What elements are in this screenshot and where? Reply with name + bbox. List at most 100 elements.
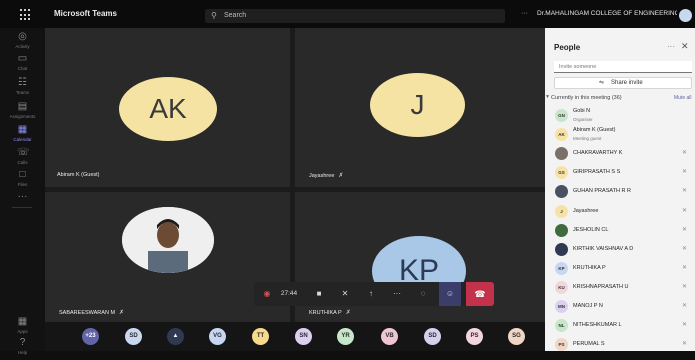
participant-tile[interactable]: J Jayashree ✗ xyxy=(295,28,545,187)
assignments-icon: ▤ xyxy=(17,101,28,112)
participant-avatar: AK xyxy=(555,128,568,142)
participant-row[interactable]: PS PERUMAL S ✕ xyxy=(545,335,695,354)
participant-name: Jayashree ✗ xyxy=(309,173,344,179)
invite-input[interactable]: Invite someone xyxy=(554,61,692,73)
invite-placeholder: Invite someone xyxy=(559,64,597,70)
participant-chip[interactable]: ▲ xyxy=(167,328,184,345)
hang-up-button[interactable]: ☎ xyxy=(466,282,494,306)
mic-off-icon: ✕ xyxy=(682,341,688,348)
in-meeting-section[interactable]: ▼ Currently in this meeting (36) Mute al… xyxy=(545,94,695,104)
participant-name: MANOJ P N xyxy=(573,303,603,309)
participants-button[interactable]: ☺ xyxy=(439,282,461,306)
chat-icon: ▭ xyxy=(17,53,28,64)
participant-chip[interactable]: VB xyxy=(381,328,398,345)
participant-name: KIRTHIK VAISHNAV A D xyxy=(573,245,634,252)
rail-item-label: Calls xyxy=(17,160,28,165)
search-input[interactable]: ⚲ Search xyxy=(205,9,505,23)
app-launcher-icon[interactable] xyxy=(20,9,32,21)
mic-off-icon: ✕ xyxy=(682,322,688,329)
participant-chip[interactable]: TT xyxy=(252,328,269,345)
share-invite-label: Share invite xyxy=(611,80,643,86)
call-controls: ◉ 27:44 ■ ✕ ↑ ··· ◌ ☺ ☎ xyxy=(254,282,494,306)
participant-avatar: PS xyxy=(555,338,568,352)
rail-item[interactable]: ☏ Calls xyxy=(0,146,45,170)
participant-chip[interactable]: SD xyxy=(424,328,441,345)
mic-off-icon: ✕ xyxy=(682,303,688,309)
mute-all-button[interactable]: Mute all xyxy=(674,95,692,101)
participant-row[interactable]: GN Gobi N Organiser xyxy=(545,106,695,125)
search-icon: ⚲ xyxy=(211,11,217,20)
participant-row[interactable]: JESHOLIN CL ✕ xyxy=(545,221,695,240)
teams-window: Microsoft Teams ⚲ Search ··· Dr.MAHALING… xyxy=(0,0,695,355)
chevron-down-icon: ▼ xyxy=(545,94,550,100)
mic-off-icon: ✕ xyxy=(682,245,688,252)
participant-avatar: J xyxy=(555,204,568,218)
participant-row[interactable]: KIRTHIK VAISHNAV A D ✕ xyxy=(545,240,695,259)
participant-name: KRUTHIKA P ✗ xyxy=(309,310,351,316)
more-actions-button[interactable]: ··· xyxy=(387,282,407,306)
participant-row[interactable]: GS GIRIPRASATH S S ✕ xyxy=(545,163,695,182)
rail-item[interactable]: ◎ Activity xyxy=(0,30,45,54)
rail-item[interactable]: □ Files xyxy=(0,168,45,192)
rail-item[interactable]: ☷ Teams xyxy=(0,76,45,100)
people-panel: People ··· ✕ Invite someone ⇋ Share invi… xyxy=(545,28,695,354)
participant-row[interactable]: AK Abiram K (Guest) Meeting guest xyxy=(545,125,695,144)
share-icon: ⇋ xyxy=(599,80,605,86)
calendar-icon: ▦ xyxy=(17,124,28,135)
close-panel-button[interactable]: ✕ xyxy=(681,41,689,52)
participant-chip[interactable]: SG xyxy=(508,328,525,345)
participant-row[interactable]: J Jayashree ✕ xyxy=(545,202,695,221)
person-photo-icon xyxy=(122,207,214,273)
participant-chip[interactable]: PS xyxy=(466,328,483,345)
search-placeholder: Search xyxy=(224,12,247,19)
participant-chip[interactable]: VG xyxy=(209,328,226,345)
rail-item-label: Files xyxy=(17,182,28,187)
more-options-button[interactable]: ··· xyxy=(521,10,528,17)
organization-name[interactable]: Dr.MAHALINGAM COLLEGE OF ENGINEERING AN.… xyxy=(537,10,677,17)
participant-name: Gobi N xyxy=(573,108,591,114)
rail-item-label: Activity xyxy=(15,44,30,49)
bell-icon: ◎ xyxy=(18,31,27,42)
app-name: Microsoft Teams xyxy=(54,9,117,18)
share-button[interactable]: ↑ xyxy=(361,282,381,306)
panel-title: People xyxy=(554,43,581,52)
app-rail: ◎ Activity ▭ Chat ☷ Teams ▤ Assignments ▦ Calenda… xyxy=(0,28,45,355)
panel-more-button[interactable]: ··· xyxy=(667,42,675,51)
participant-name: Abiram K (Guest) xyxy=(57,172,100,178)
rail-item-label: Apps xyxy=(17,329,28,334)
chat-button[interactable]: ◌ xyxy=(413,282,433,306)
participant-chip[interactable]: YR xyxy=(337,328,354,345)
participant-row[interactable]: KU KRISHNAPRASATH U ✕ xyxy=(545,278,695,297)
rail-divider xyxy=(12,207,32,208)
participant-chip[interactable]: SN xyxy=(295,328,312,345)
participant-row[interactable]: GUHAN PRASATH R R ✕ xyxy=(545,182,695,201)
rail-item[interactable]: ▦ Calendar xyxy=(0,123,45,147)
mic-button[interactable]: ✕ xyxy=(335,282,355,306)
participant-photo xyxy=(555,147,568,161)
apps-icon: ▦ xyxy=(17,316,28,327)
participant-chip[interactable]: SD xyxy=(125,328,142,345)
mic-off-icon: ✕ xyxy=(682,283,688,290)
participant-row[interactable]: CHAKRAVARTHY K ✕ xyxy=(545,144,695,163)
title-bar: Microsoft Teams ⚲ Search ··· Dr.MAHALING… xyxy=(0,0,695,28)
participant-row[interactable]: KP KRUTHIKA P ✕ xyxy=(545,259,695,278)
help-icon: ? xyxy=(19,337,26,348)
participant-row[interactable]: MN MANOJ P N ✕ xyxy=(545,297,695,316)
rail-item[interactable]: ▭ Chat xyxy=(0,52,45,76)
rail-item[interactable]: ··· xyxy=(0,190,45,214)
more-participants-button[interactable]: +23 xyxy=(82,328,99,345)
rail-item[interactable]: ? Help xyxy=(0,336,45,360)
camera-button[interactable]: ■ xyxy=(309,282,329,306)
participant-name: KRUTHIKA P xyxy=(573,264,606,271)
share-invite-button[interactable]: ⇋ Share invite xyxy=(554,77,692,89)
rail-item-label: Teams xyxy=(15,90,30,95)
mic-off-icon: ✗ xyxy=(345,310,351,316)
participant-avatar: GS xyxy=(555,166,568,180)
section-label: Currently in this meeting (36) xyxy=(551,95,622,101)
participant-row[interactable]: NL NITHESHKUMAR L ✕ xyxy=(545,316,695,335)
rail-item-label: Calendar xyxy=(13,137,32,142)
participant-tile[interactable]: AK Abiram K (Guest) xyxy=(45,28,290,187)
user-avatar[interactable] xyxy=(679,9,692,22)
participant-role: Meeting guest xyxy=(573,136,602,142)
rail-item[interactable]: ▤ Assignments xyxy=(0,100,45,124)
